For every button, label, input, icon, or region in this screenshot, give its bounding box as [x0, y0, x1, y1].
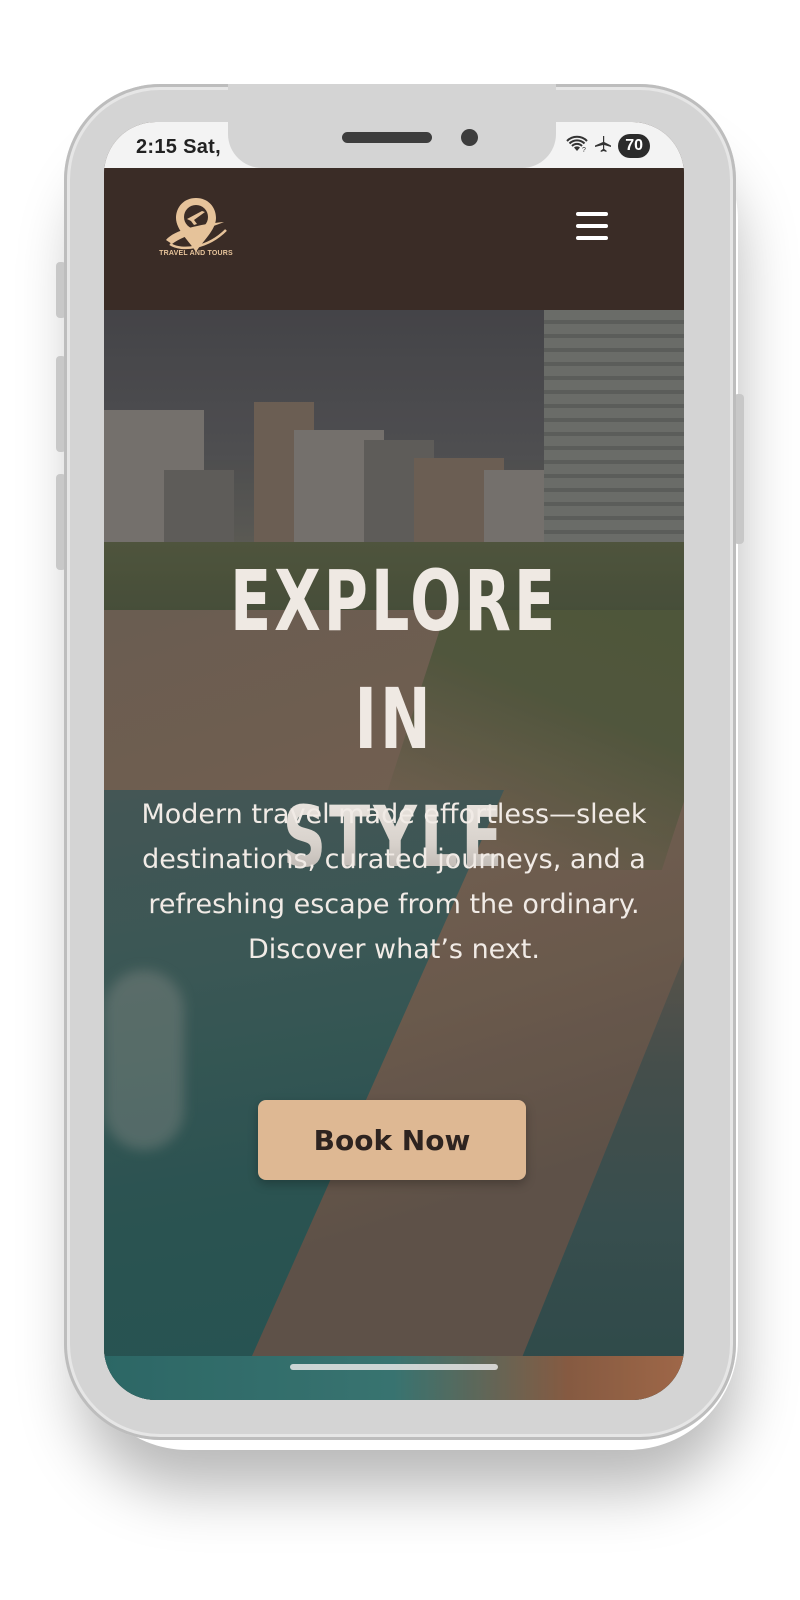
phone-screen: 2:15 Sat, ? 70 TRAVEL AND TOURS EXPLORE … [104, 122, 684, 1400]
hamburger-menu-icon[interactable] [574, 212, 610, 246]
status-time: 2:15 Sat, [136, 136, 221, 158]
site-header: TRAVEL AND TOURS [104, 168, 684, 310]
logo-text: TRAVEL AND TOURS [159, 250, 233, 257]
svg-text:?: ? [582, 147, 586, 153]
hero-subtitle: Modern travel made effortless—sleek dest… [141, 799, 647, 965]
airplane-icon [594, 135, 612, 157]
speaker-grille [342, 132, 432, 143]
mockup-stage: 2:15 Sat, ? 70 TRAVEL AND TOURS EXPLORE … [0, 0, 800, 1600]
home-indicator[interactable] [290, 1364, 498, 1370]
front-camera [461, 129, 478, 146]
wifi-icon: ? [566, 135, 588, 157]
status-icons: ? 70 [566, 134, 650, 158]
hero-section: EXPLORE IN STYLE Modern travel made effo… [104, 310, 684, 1400]
hero-title-line: EXPLORE IN [229, 552, 559, 768]
book-now-button[interactable]: Book Now [258, 1100, 526, 1180]
phone-notch [228, 84, 556, 168]
battery-indicator: 70 [618, 134, 650, 158]
